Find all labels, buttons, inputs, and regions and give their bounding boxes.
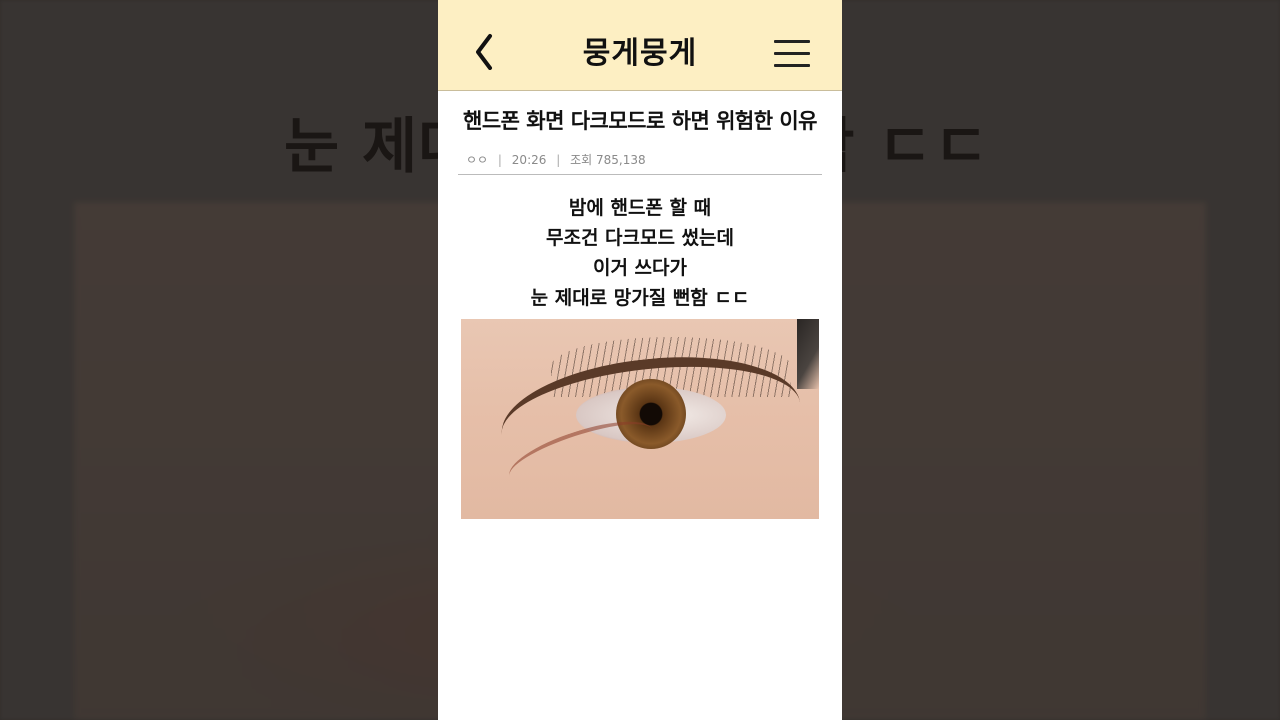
post-time: 20:26 [511, 153, 547, 167]
post-content: 핸드폰 화면 다크모드로 하면 위험한 이유 ㅇㅇ | 20:26 | 조회 7… [438, 105, 842, 519]
eye-closeup-photo [461, 319, 819, 519]
hamburger-menu-icon-line [774, 52, 810, 55]
meta-separator: | [497, 153, 502, 167]
phone-screen: 뭉게뭉게 핸드폰 화면 다크모드로 하면 위험한 이유 ㅇㅇ | 20:26 |… [438, 0, 842, 720]
post-body-line: 무조건 다크모드 썼는데 [545, 227, 735, 249]
post-body-line: 이거 쓰다가 [592, 257, 687, 279]
post-body-line: 밤에 핸드폰 할 때 [568, 197, 712, 219]
post-author[interactable]: ㅇㅇ [466, 153, 488, 167]
app-header: 뭉게뭉게 [438, 0, 842, 91]
video-frame: 눈 제대로 망가질 뻔함 ㄷㄷ 뭉게뭉게 핸드폰 화면 다크모드로 하면 위험한… [0, 0, 1280, 720]
hamburger-menu-icon [774, 40, 810, 43]
meta-separator: | [556, 153, 561, 167]
photo-hair-strand [797, 319, 819, 389]
hamburger-menu-icon-line [774, 64, 810, 67]
menu-button[interactable] [774, 40, 812, 68]
post-meta: ㅇㅇ | 20:26 | 조회 785,138 [458, 151, 822, 175]
post-body-line: 눈 제대로 망가질 뻔함 ㄷㄷ [530, 287, 750, 309]
post-body: 밤에 핸드폰 할 때 무조건 다크모드 썼는데 이거 쓰다가 눈 제대로 망가질… [458, 193, 822, 313]
post-title: 핸드폰 화면 다크모드로 하면 위험한 이유 [463, 109, 818, 133]
post-views: 조회 785,138 [570, 153, 646, 167]
